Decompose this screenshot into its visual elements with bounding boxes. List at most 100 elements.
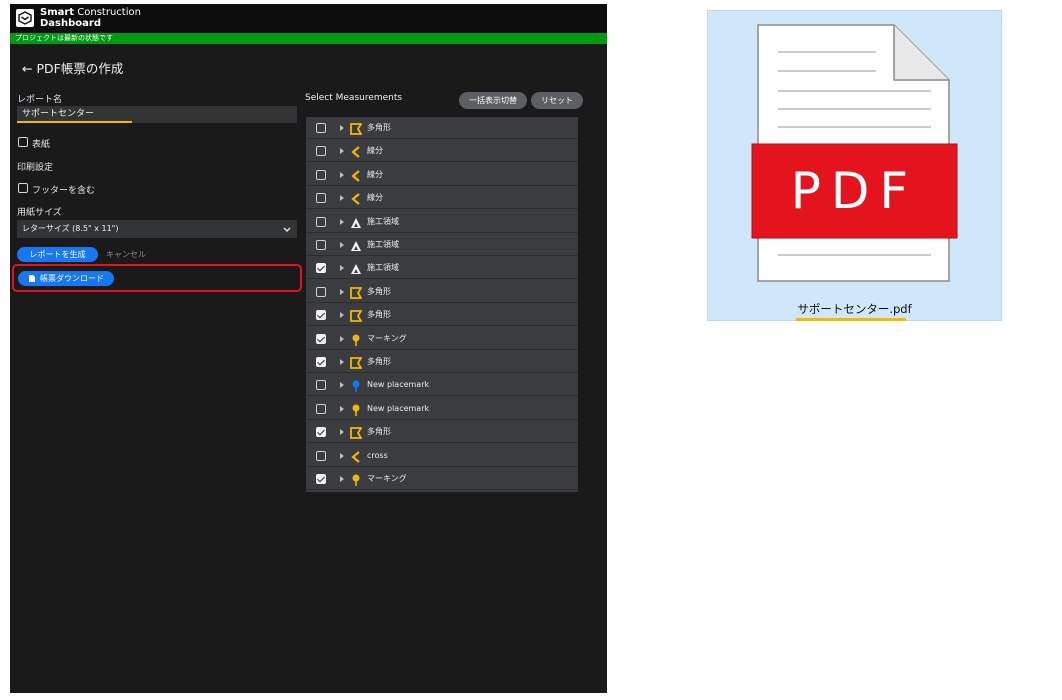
expand-arrow-icon[interactable] (340, 452, 344, 459)
measurement-row[interactable]: 多角形 (306, 281, 578, 303)
expand-arrow-icon[interactable] (340, 312, 344, 319)
expand-arrow-icon[interactable] (340, 242, 344, 248)
measurement-row[interactable]: 施工領域 (306, 211, 578, 233)
logo-icon[interactable] (16, 9, 34, 27)
measurement-checkbox[interactable] (316, 450, 326, 461)
measurement-row[interactable]: New placemark (306, 374, 578, 397)
measurement-checkbox[interactable] (316, 474, 326, 484)
measurement-label: 施工領域 (367, 263, 399, 273)
measurement-label: 線分 (367, 193, 383, 203)
expand-arrow-icon[interactable] (340, 218, 344, 225)
measurement-checkbox[interactable] (316, 216, 326, 227)
measurement-row[interactable]: cross (306, 445, 578, 467)
line-icon (350, 449, 362, 463)
report-name-underline (17, 121, 132, 123)
expand-arrow-icon[interactable] (340, 195, 344, 202)
measurement-label: 多角形 (367, 427, 391, 437)
measurement-checkbox[interactable] (316, 169, 326, 180)
line-icon (350, 144, 362, 159)
measurement-checkbox[interactable] (316, 403, 326, 414)
measurement-checkbox[interactable] (316, 123, 326, 133)
cover-label: 表紙 (32, 140, 51, 150)
measurement-label: New placemark (367, 380, 430, 390)
footer-label: フッターを含む (32, 186, 96, 196)
expand-arrow-icon[interactable] (340, 171, 344, 178)
measurement-row[interactable]: 施工領域 (306, 257, 578, 280)
marker-yellow-icon (350, 332, 362, 346)
expand-arrow-icon[interactable] (340, 382, 344, 389)
measurement-checkbox[interactable] (316, 380, 326, 391)
expand-arrow-icon[interactable] (340, 476, 344, 482)
polygon-icon (350, 308, 363, 323)
measurement-label: マーキング (367, 474, 407, 483)
line-icon (350, 191, 362, 206)
measurement-label: 線分 (367, 146, 383, 156)
file-name: サポートセンター.pdf (797, 302, 912, 316)
brand-name: Smart Construction (40, 7, 141, 18)
marker-yellow-icon (350, 472, 362, 486)
measurement-checkbox[interactable] (316, 263, 326, 274)
measurement-label: 線分 (367, 169, 383, 179)
polygon-icon (350, 355, 363, 369)
polygon-icon (350, 425, 363, 440)
page-title: ← PDF帳票の作成 (22, 58, 123, 77)
download-report-button[interactable]: 帳票ダウンロード (18, 271, 114, 286)
measurement-row[interactable]: 多角形 (306, 304, 578, 327)
placemark-blue-icon (350, 378, 362, 393)
measurement-label: 施工領域 (367, 216, 399, 226)
measurement-row[interactable]: New placemark (306, 398, 578, 420)
measurement-label: 多角形 (367, 310, 391, 320)
measurement-row[interactable]: 多角形 (306, 117, 578, 139)
expand-arrow-icon[interactable] (340, 288, 344, 295)
measurement-row[interactable]: 線分 (306, 140, 578, 163)
measurement-checkbox[interactable] (316, 193, 326, 204)
measurement-label: cross (367, 450, 388, 460)
measurement-row[interactable]: マーキング (306, 468, 578, 490)
measurements-title: Select Measurements (305, 93, 403, 103)
measurement-label: マーキング (367, 333, 407, 343)
measurement-label: 施工領域 (367, 240, 399, 249)
measurement-row[interactable]: 多角形 (306, 351, 578, 373)
download-button-label: 帳票ダウンロード (40, 274, 104, 283)
expand-arrow-icon[interactable] (340, 125, 344, 131)
measurement-checkbox[interactable] (316, 333, 326, 344)
expand-arrow-icon[interactable] (340, 359, 344, 365)
measurement-checkbox[interactable] (316, 240, 326, 250)
measurement-checkbox[interactable] (316, 286, 326, 297)
print-settings-label: 印刷設定 (17, 163, 54, 173)
expand-arrow-icon[interactable] (340, 429, 344, 436)
area-icon (350, 215, 362, 229)
paper-size-label: 用紙サイズ (17, 208, 62, 218)
measurement-row[interactable]: 施工領域 (306, 234, 578, 256)
expand-arrow-icon[interactable] (340, 148, 344, 155)
generate-report-button[interactable]: レポートを生成 (17, 247, 98, 262)
expand-arrow-icon[interactable] (340, 405, 344, 412)
measurement-row[interactable]: 線分 (306, 187, 578, 210)
pdf-file-tile[interactable]: PDF (707, 10, 1002, 321)
cancel-button[interactable]: キャンセル (106, 247, 146, 262)
measurement-checkbox[interactable] (316, 357, 326, 367)
measurement-row[interactable]: 線分 (306, 164, 578, 186)
polygon-icon (350, 121, 363, 135)
area-icon (350, 238, 362, 252)
app-header: Smart Construction Dashboard (10, 4, 607, 33)
chevron-down-icon[interactable] (283, 227, 291, 232)
line-icon (350, 168, 362, 182)
reset-button[interactable]: リセット (531, 92, 583, 109)
measurement-row[interactable]: マーキング (306, 328, 578, 350)
measurement-checkbox[interactable] (316, 310, 326, 321)
expand-arrow-icon[interactable] (340, 265, 344, 272)
back-arrow-icon[interactable]: ← (22, 61, 32, 76)
app-panel: Smart Construction Dashboard プロジェクトは最新の状… (10, 4, 607, 693)
paper-size-select[interactable]: レターサイズ (8.5" x 11") (17, 220, 297, 238)
measurement-label: 多角形 (367, 286, 391, 296)
area-icon (350, 261, 362, 275)
toggle-all-button[interactable]: 一括表示切替 (459, 92, 527, 109)
cover-checkbox[interactable] (18, 137, 28, 147)
expand-arrow-icon[interactable] (340, 335, 344, 342)
measurement-checkbox[interactable] (316, 427, 326, 438)
measurement-label: 多角形 (367, 123, 391, 132)
measurement-row[interactable]: 多角形 (306, 421, 578, 444)
measurement-checkbox[interactable] (316, 146, 326, 157)
footer-checkbox[interactable] (18, 183, 28, 193)
